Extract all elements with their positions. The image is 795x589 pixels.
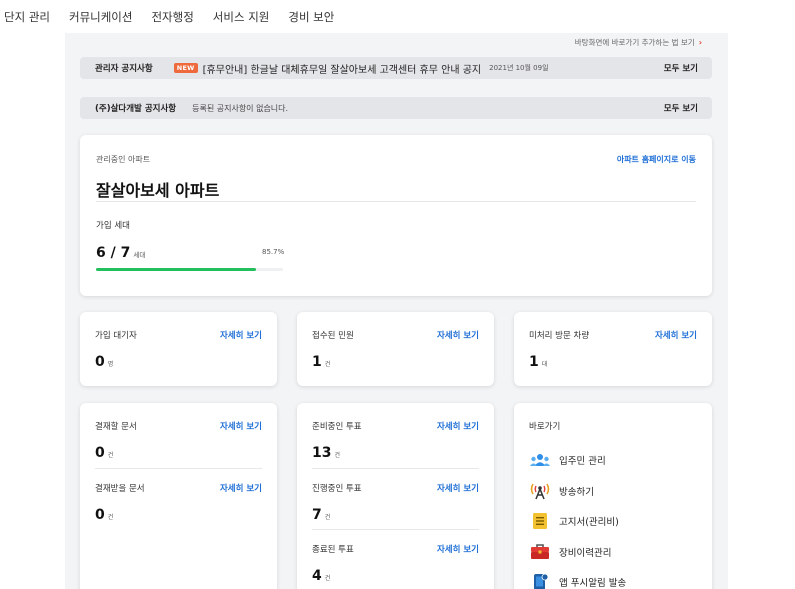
chevron-right-icon: ›: [698, 38, 702, 47]
company-notice-title: (주)살다개발 공지사항: [95, 104, 177, 114]
ended-votes-details-button[interactable]: 자세히 보기: [437, 543, 479, 555]
admin-notice-text[interactable]: [휴무안내] 한글날 대체휴무일 잘살아보세 고객센터 휴무 안내 공지: [203, 61, 481, 76]
admin-notice-view-all-button[interactable]: 모두 보기: [664, 62, 698, 74]
to-receive-label: 결재받을 문서: [95, 484, 145, 494]
pending-signup-unit: 명: [107, 361, 114, 368]
to-approve-unit: 건: [107, 452, 114, 459]
new-badge: NEW: [173, 63, 198, 73]
shortcut-equipment[interactable]: 장비이력관리: [529, 537, 697, 568]
ongoing-votes-unit: 건: [324, 514, 331, 521]
desktop-shortcut-hint-link[interactable]: 바탕화면에 바로가기 추가하는 법 보기 ›: [575, 37, 702, 48]
shortcuts-title: 바로가기: [529, 422, 561, 432]
admin-notice-bar: 관리자 공지사항 NEW [휴무안내] 한글날 대체휴무일 잘살아보세 고객센터…: [80, 57, 712, 79]
households-percent: 85.7%: [262, 248, 285, 256]
pending-signup-details-button[interactable]: 자세히 보기: [220, 329, 262, 341]
shortcut-residents-label: 입주민 관리: [559, 456, 606, 468]
shortcut-broadcast[interactable]: 방송하기: [529, 476, 697, 507]
preparing-votes-unit: 건: [334, 452, 341, 459]
push-notification-icon: [529, 573, 551, 589]
visitor-cars-details-button[interactable]: 자세히 보기: [655, 329, 697, 341]
ended-votes-value: 4: [312, 568, 322, 584]
shortcut-push-notification-label: 앱 푸시알림 발송: [559, 578, 627, 589]
shortcut-bill[interactable]: 고지서(관리비): [529, 506, 697, 537]
ongoing-votes-value: 7: [312, 507, 322, 523]
visitor-cars-card: 미처리 방문 차량 자세히 보기 1대: [514, 312, 712, 386]
pending-signup-value: 0: [95, 354, 105, 370]
shortcut-list: 입주민 관리 방송하기 고지서(관리비) 장비이력관리 앱 푸시알림 발송: [529, 445, 697, 589]
preparing-votes-label: 준비중인 투표: [312, 422, 362, 432]
divider: [312, 529, 479, 530]
nav-item-service-support[interactable]: 서비스 지원: [213, 9, 270, 25]
apartment-card: 관리중인 아파트 아파트 홈페이지로 이동 잘살아보세 아파트 가입 세대 6 …: [80, 135, 712, 296]
shortcut-residents[interactable]: 입주민 관리: [529, 445, 697, 476]
shortcut-broadcast-label: 방송하기: [559, 486, 594, 498]
managed-apartment-label: 관리중인 아파트: [96, 155, 151, 164]
shortcuts-card: 바로가기 입주민 관리 방송하기 고지서(관리비) 장비이력관리 앱 푸시알림 …: [514, 403, 712, 589]
apartment-homepage-link[interactable]: 아파트 홈페이지로 이동: [617, 154, 696, 165]
households-label: 가입 세대: [96, 221, 130, 231]
to-approve-value: 0: [95, 445, 105, 461]
toolbox-icon: [529, 543, 551, 561]
complaints-value: 1: [312, 354, 322, 370]
admin-notice-title: 관리자 공지사항: [95, 64, 153, 74]
divider: [96, 201, 696, 202]
to-approve-label: 결재할 문서: [95, 422, 137, 432]
top-navigation: 단지 관리 커뮤니케이션 전자행정 서비스 지원 경비 보안: [0, 0, 795, 33]
to-approve-details-button[interactable]: 자세히 보기: [220, 420, 262, 432]
preparing-votes-details-button[interactable]: 자세히 보기: [437, 420, 479, 432]
households-count: 6 / 7 세대: [96, 245, 145, 261]
pending-signup-label: 가입 대기자: [95, 331, 137, 341]
votes-card: 준비중인 투표 자세히 보기 13 건 진행중인 투표 자세히 보기 7건 종료된 투…: [297, 403, 494, 589]
shortcut-equipment-label: 장비이력관리: [559, 547, 612, 559]
company-notice-bar: (주)살다개발 공지사항 등록된 공지사항이 없습니다. 모두 보기: [80, 97, 712, 119]
nav-item-security[interactable]: 경비 보안: [288, 9, 334, 25]
to-receive-value: 0: [95, 507, 105, 523]
complaints-unit: 건: [324, 361, 331, 368]
nav-item-communication[interactable]: 커뮤니케이션: [69, 9, 132, 25]
to-receive-details-button[interactable]: 자세히 보기: [220, 482, 262, 494]
households-progress-fill: [96, 268, 257, 271]
ended-votes-unit: 건: [324, 575, 331, 582]
nav-item-complex-management[interactable]: 단지 관리: [4, 9, 50, 25]
nav-item-e-administration[interactable]: 전자행정: [151, 9, 193, 25]
broadcast-icon: [529, 482, 551, 500]
to-receive-unit: 건: [107, 514, 114, 521]
divider: [312, 468, 479, 469]
ongoing-votes-label: 진행중인 투표: [312, 484, 362, 494]
divider: [95, 468, 262, 469]
bill-icon: [529, 512, 551, 530]
shortcut-hint-text: 바탕화면에 바로가기 추가하는 법 보기: [574, 38, 695, 47]
admin-notice-date: 2021년 10월 09일: [489, 64, 549, 72]
pending-signup-card: 가입 대기자 자세히 보기 0명: [80, 312, 277, 386]
households-unit: 세대: [133, 251, 146, 259]
preparing-votes-value: 13: [312, 445, 332, 461]
visitor-cars-label: 미처리 방문 차량: [529, 331, 590, 341]
ended-votes-label: 종료된 투표: [312, 545, 354, 555]
dashboard-content: 바탕화면에 바로가기 추가하는 법 보기 › 관리자 공지사항 NEW [휴무안내…: [65, 33, 728, 589]
approvals-card: 결재할 문서 자세히 보기 0건 결재받을 문서 자세히 보기 0건: [80, 403, 277, 589]
complaints-card: 접수된 민원 자세히 보기 1건: [297, 312, 494, 386]
complaints-label: 접수된 민원: [312, 331, 354, 341]
visitor-cars-unit: 대: [541, 361, 548, 368]
apartment-name: 잘살아보세 아파트: [96, 181, 220, 200]
shortcut-push-notification[interactable]: 앱 푸시알림 발송: [529, 567, 697, 589]
company-notice-view-all-button[interactable]: 모두 보기: [664, 102, 698, 114]
complaints-details-button[interactable]: 자세히 보기: [437, 329, 479, 341]
company-notice-empty-text: 등록된 공지사항이 없습니다.: [192, 103, 289, 113]
households-progress-bar: [96, 268, 283, 271]
visitor-cars-value: 1: [529, 354, 539, 370]
ongoing-votes-details-button[interactable]: 자세히 보기: [437, 482, 479, 494]
shortcut-bill-label: 고지서(관리비): [559, 517, 619, 529]
households-value: 6 / 7: [96, 245, 131, 261]
residents-icon: [529, 451, 551, 469]
